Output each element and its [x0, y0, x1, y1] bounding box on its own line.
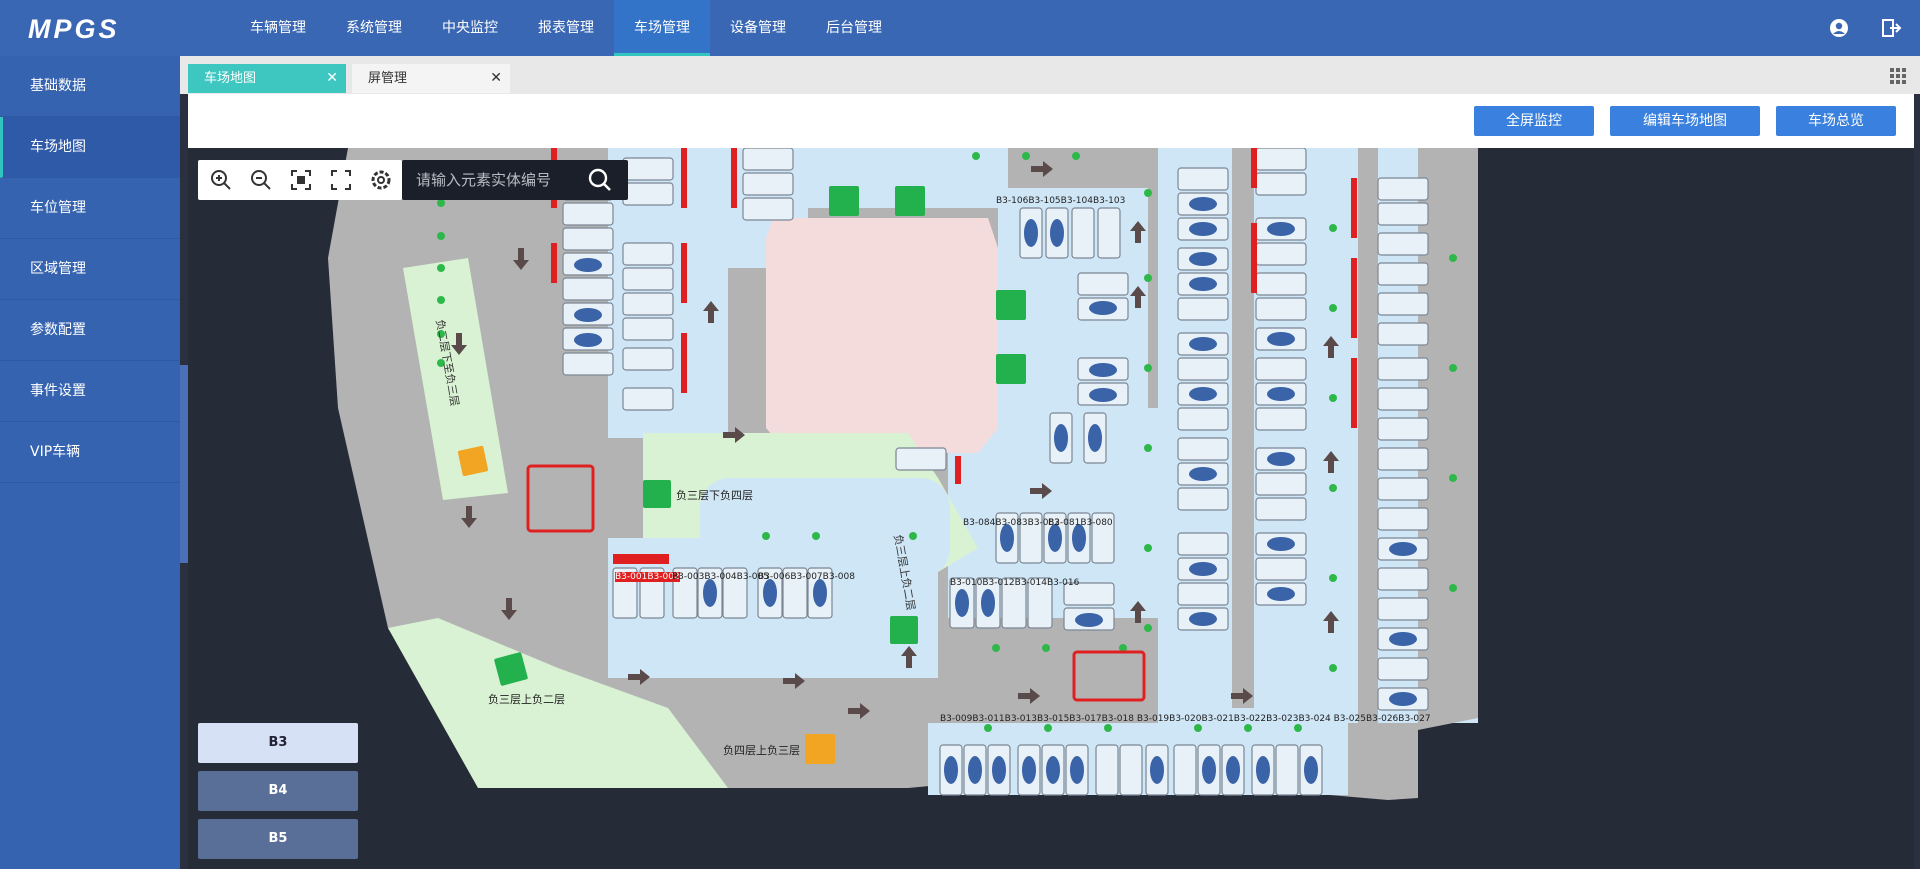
sidebar-item-parking-map[interactable]: 车场地图 — [0, 117, 180, 178]
edit-map-button[interactable]: 编辑车场地图 — [1610, 106, 1760, 136]
sidebar-item-basic-data[interactable]: 基础数据 — [0, 56, 180, 117]
zoom-in-icon[interactable] — [208, 167, 234, 193]
ramp-icon-bottom — [805, 734, 835, 764]
nav-item-device[interactable]: 设备管理 — [710, 0, 806, 56]
nav-item-parking-lot[interactable]: 车场管理 — [614, 0, 710, 56]
tab-parking-map[interactable]: 车场地图 ✕ — [188, 64, 346, 93]
nav-item-report[interactable]: 报表管理 — [518, 0, 614, 56]
parking-overview-button[interactable]: 车场总览 — [1776, 106, 1896, 136]
ramp-icon-left — [457, 445, 489, 477]
top-bar: MPGS 车辆管理 系统管理 中央监控 报表管理 车场管理 设备管理 后台管理 — [0, 0, 1920, 56]
ramp-label-b3-down-b4: 负三层下负四层 — [676, 489, 753, 502]
sidebar-item-vip-vehicles[interactable]: VIP车辆 — [0, 422, 180, 483]
space-row-label: B3-006B3-007B3-008 — [758, 572, 855, 582]
top-icons — [1828, 17, 1902, 39]
sidebar-item-zone-management[interactable]: 区域管理 — [0, 239, 180, 300]
space-row-label: B3-010B3-012B3-014B3-016 — [950, 578, 1080, 588]
nav-item-monitor[interactable]: 中央监控 — [422, 0, 518, 56]
space-row-label: B3-106B3-105B3-104B3-103 — [996, 196, 1126, 206]
space-row-label: B3-009B3-011B3-013B3-015B3-017B3-018 B3-… — [940, 714, 1431, 724]
space-row-label: B3-003B3-004B3-005 — [672, 572, 769, 582]
sidebar-item-event-settings[interactable]: 事件设置 — [0, 361, 180, 422]
grid-menu-icon[interactable] — [1890, 68, 1906, 84]
fullscreen-icon[interactable] — [328, 167, 354, 193]
ramp-label-b4-up-b3: 负四层上负三层 — [723, 744, 800, 757]
floor-selector: B3 B4 B5 — [198, 723, 358, 867]
zoom-out-icon[interactable] — [248, 167, 274, 193]
sidebar-item-parameter-config[interactable]: 参数配置 — [0, 300, 180, 361]
space-row-label: B3-001B3-002 — [615, 572, 680, 582]
space-row-label: B3-084B3-083B3-082 — [963, 518, 1060, 528]
floor-button-b5[interactable]: B5 — [198, 819, 358, 859]
sidebar: 基础数据 车场地图 车位管理 区域管理 参数配置 事件设置 VIP车辆 — [0, 56, 180, 869]
nav-item-system[interactable]: 系统管理 — [326, 0, 422, 56]
user-icon[interactable] — [1828, 17, 1850, 39]
nav-item-backend[interactable]: 后台管理 — [806, 0, 902, 56]
close-icon[interactable]: ✕ — [326, 64, 338, 93]
settings-icon[interactable] — [368, 167, 394, 193]
floor-button-b3[interactable]: B3 — [198, 723, 358, 763]
parking-map-canvas[interactable]: 负二层下至负三层 负三层下负四层 负三层上负二层 负三层上负二层 负四层上负三层… — [188, 148, 1914, 869]
sidebar-item-space-management[interactable]: 车位管理 — [0, 178, 180, 239]
tab-screen-management[interactable]: 屏管理 ✕ — [352, 64, 510, 93]
search-input[interactable] — [402, 160, 572, 200]
ramp-label-b3-up-b2-left: 负三层上负二层 — [488, 693, 565, 706]
search-button[interactable] — [572, 160, 628, 200]
element-search — [402, 160, 628, 200]
nav-item-vehicle[interactable]: 车辆管理 — [230, 0, 326, 56]
tab-label: 车场地图 — [204, 71, 257, 86]
main-nav: 车辆管理 系统管理 中央监控 报表管理 车场管理 设备管理 后台管理 — [230, 0, 902, 56]
close-icon[interactable]: ✕ — [490, 64, 502, 93]
logout-icon[interactable] — [1880, 17, 1902, 39]
space-row-label: B3-081B3-080 — [1048, 518, 1113, 528]
app-logo: MPGS — [28, 14, 120, 44]
search-icon — [588, 168, 611, 191]
parking-map-svg — [328, 148, 1478, 800]
fit-icon[interactable] — [288, 167, 314, 193]
tabs-row: 车场地图 ✕ 屏管理 ✕ — [180, 56, 1920, 94]
fullscreen-monitor-button[interactable]: 全屏监控 — [1474, 106, 1594, 136]
tab-label: 屏管理 — [368, 71, 408, 86]
floor-button-b4[interactable]: B4 — [198, 771, 358, 811]
restricted-zone — [766, 218, 998, 453]
map-tools — [198, 160, 402, 200]
map-toolbar: 全屏监控 编辑车场地图 车场总览 — [188, 94, 1914, 148]
